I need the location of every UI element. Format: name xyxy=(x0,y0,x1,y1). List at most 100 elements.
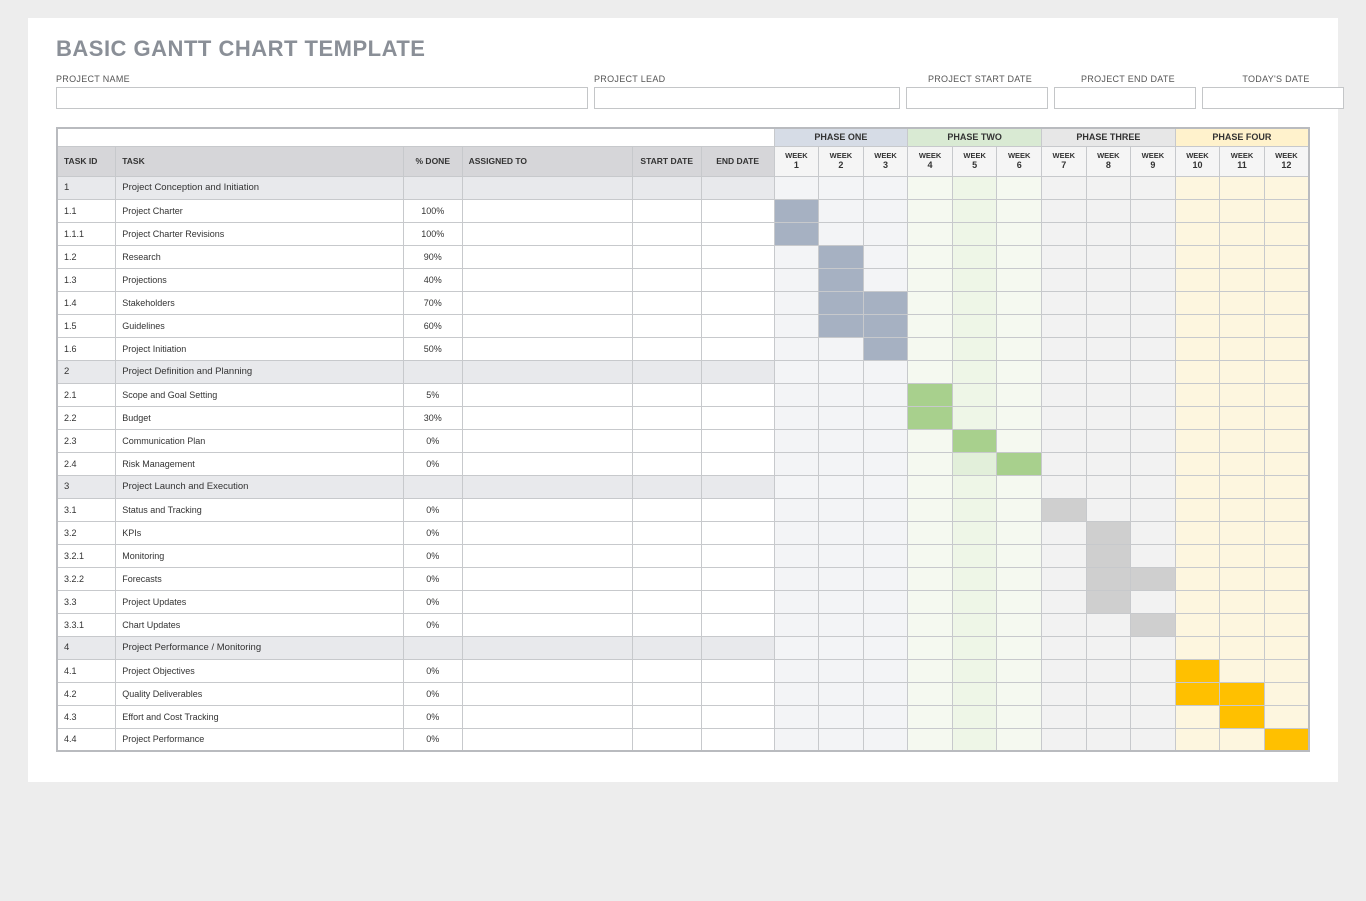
cell-week-1[interactable] xyxy=(774,222,819,245)
cell-week-3[interactable] xyxy=(863,452,908,475)
cell-week-10[interactable] xyxy=(1175,544,1220,567)
cell-week-10[interactable] xyxy=(1175,314,1220,337)
cell-week-11[interactable] xyxy=(1220,337,1265,360)
cell-asg[interactable] xyxy=(462,199,632,222)
cell-week-6[interactable] xyxy=(997,521,1042,544)
cell-week-11[interactable] xyxy=(1220,222,1265,245)
cell-week-11[interactable] xyxy=(1220,314,1265,337)
cell-task[interactable]: Stakeholders xyxy=(116,291,404,314)
cell-week-1[interactable] xyxy=(774,314,819,337)
cell-sd[interactable] xyxy=(632,636,701,659)
cell-id[interactable]: 3 xyxy=(57,475,116,498)
cell-week-1[interactable] xyxy=(774,337,819,360)
cell-week-11[interactable] xyxy=(1220,383,1265,406)
cell-task[interactable]: Project Charter Revisions xyxy=(116,222,404,245)
cell-week-2[interactable] xyxy=(819,199,864,222)
cell-id[interactable]: 1.5 xyxy=(57,314,116,337)
cell-week-10[interactable] xyxy=(1175,337,1220,360)
cell-week-11[interactable] xyxy=(1220,199,1265,222)
cell-asg[interactable] xyxy=(462,245,632,268)
cell-week-5[interactable] xyxy=(952,337,997,360)
cell-sd[interactable] xyxy=(632,705,701,728)
cell-asg[interactable] xyxy=(462,383,632,406)
cell-week-1[interactable] xyxy=(774,383,819,406)
cell-task[interactable]: Scope and Goal Setting xyxy=(116,383,404,406)
end-date-input[interactable] xyxy=(1054,87,1196,109)
cell-asg[interactable] xyxy=(462,268,632,291)
cell-week-7[interactable] xyxy=(1041,636,1086,659)
cell-done[interactable]: 0% xyxy=(403,452,462,475)
cell-week-8[interactable] xyxy=(1086,222,1131,245)
cell-week-2[interactable] xyxy=(819,728,864,751)
cell-week-7[interactable] xyxy=(1041,222,1086,245)
cell-week-4[interactable] xyxy=(908,544,953,567)
cell-week-5[interactable] xyxy=(952,222,997,245)
cell-week-8[interactable] xyxy=(1086,613,1131,636)
cell-week-5[interactable] xyxy=(952,406,997,429)
cell-sd[interactable] xyxy=(632,613,701,636)
cell-week-12[interactable] xyxy=(1264,728,1309,751)
cell-week-9[interactable] xyxy=(1131,590,1176,613)
cell-week-10[interactable] xyxy=(1175,268,1220,291)
cell-week-10[interactable] xyxy=(1175,383,1220,406)
cell-week-9[interactable] xyxy=(1131,245,1176,268)
cell-week-8[interactable] xyxy=(1086,498,1131,521)
cell-ed[interactable] xyxy=(701,475,774,498)
cell-week-9[interactable] xyxy=(1131,268,1176,291)
table-row[interactable]: 3.3Project Updates0% xyxy=(57,590,1309,613)
cell-week-10[interactable] xyxy=(1175,406,1220,429)
cell-week-1[interactable] xyxy=(774,360,819,383)
cell-week-12[interactable] xyxy=(1264,567,1309,590)
cell-week-3[interactable] xyxy=(863,682,908,705)
cell-week-7[interactable] xyxy=(1041,291,1086,314)
cell-week-7[interactable] xyxy=(1041,268,1086,291)
cell-week-2[interactable] xyxy=(819,636,864,659)
cell-week-6[interactable] xyxy=(997,245,1042,268)
cell-id[interactable]: 3.2 xyxy=(57,521,116,544)
cell-week-4[interactable] xyxy=(908,567,953,590)
cell-week-6[interactable] xyxy=(997,682,1042,705)
cell-task[interactable]: Project Objectives xyxy=(116,659,404,682)
cell-week-12[interactable] xyxy=(1264,521,1309,544)
cell-week-1[interactable] xyxy=(774,406,819,429)
cell-task[interactable]: Budget xyxy=(116,406,404,429)
cell-sd[interactable] xyxy=(632,682,701,705)
cell-week-3[interactable] xyxy=(863,337,908,360)
cell-week-7[interactable] xyxy=(1041,567,1086,590)
cell-week-4[interactable] xyxy=(908,475,953,498)
cell-week-9[interactable] xyxy=(1131,613,1176,636)
cell-id[interactable]: 4.2 xyxy=(57,682,116,705)
cell-week-6[interactable] xyxy=(997,590,1042,613)
cell-ed[interactable] xyxy=(701,429,774,452)
cell-week-3[interactable] xyxy=(863,245,908,268)
cell-done[interactable]: 0% xyxy=(403,728,462,751)
cell-week-5[interactable] xyxy=(952,429,997,452)
cell-sd[interactable] xyxy=(632,521,701,544)
cell-id[interactable]: 2 xyxy=(57,360,116,383)
cell-sd[interactable] xyxy=(632,590,701,613)
cell-week-7[interactable] xyxy=(1041,475,1086,498)
cell-week-12[interactable] xyxy=(1264,613,1309,636)
cell-week-1[interactable] xyxy=(774,176,819,199)
cell-task[interactable]: KPIs xyxy=(116,521,404,544)
cell-week-12[interactable] xyxy=(1264,314,1309,337)
cell-week-10[interactable] xyxy=(1175,222,1220,245)
cell-id[interactable]: 4 xyxy=(57,636,116,659)
cell-id[interactable]: 3.2.2 xyxy=(57,567,116,590)
cell-week-2[interactable] xyxy=(819,268,864,291)
cell-id[interactable]: 1.1.1 xyxy=(57,222,116,245)
cell-sd[interactable] xyxy=(632,291,701,314)
cell-week-8[interactable] xyxy=(1086,360,1131,383)
cell-week-10[interactable] xyxy=(1175,705,1220,728)
cell-week-7[interactable] xyxy=(1041,452,1086,475)
cell-week-9[interactable] xyxy=(1131,659,1176,682)
cell-week-8[interactable] xyxy=(1086,291,1131,314)
cell-week-5[interactable] xyxy=(952,636,997,659)
table-row[interactable]: 2.4Risk Management0% xyxy=(57,452,1309,475)
cell-week-4[interactable] xyxy=(908,728,953,751)
cell-week-7[interactable] xyxy=(1041,521,1086,544)
cell-task[interactable]: Project Conception and Initiation xyxy=(116,176,404,199)
cell-done[interactable] xyxy=(403,475,462,498)
cell-week-5[interactable] xyxy=(952,567,997,590)
cell-done[interactable] xyxy=(403,176,462,199)
